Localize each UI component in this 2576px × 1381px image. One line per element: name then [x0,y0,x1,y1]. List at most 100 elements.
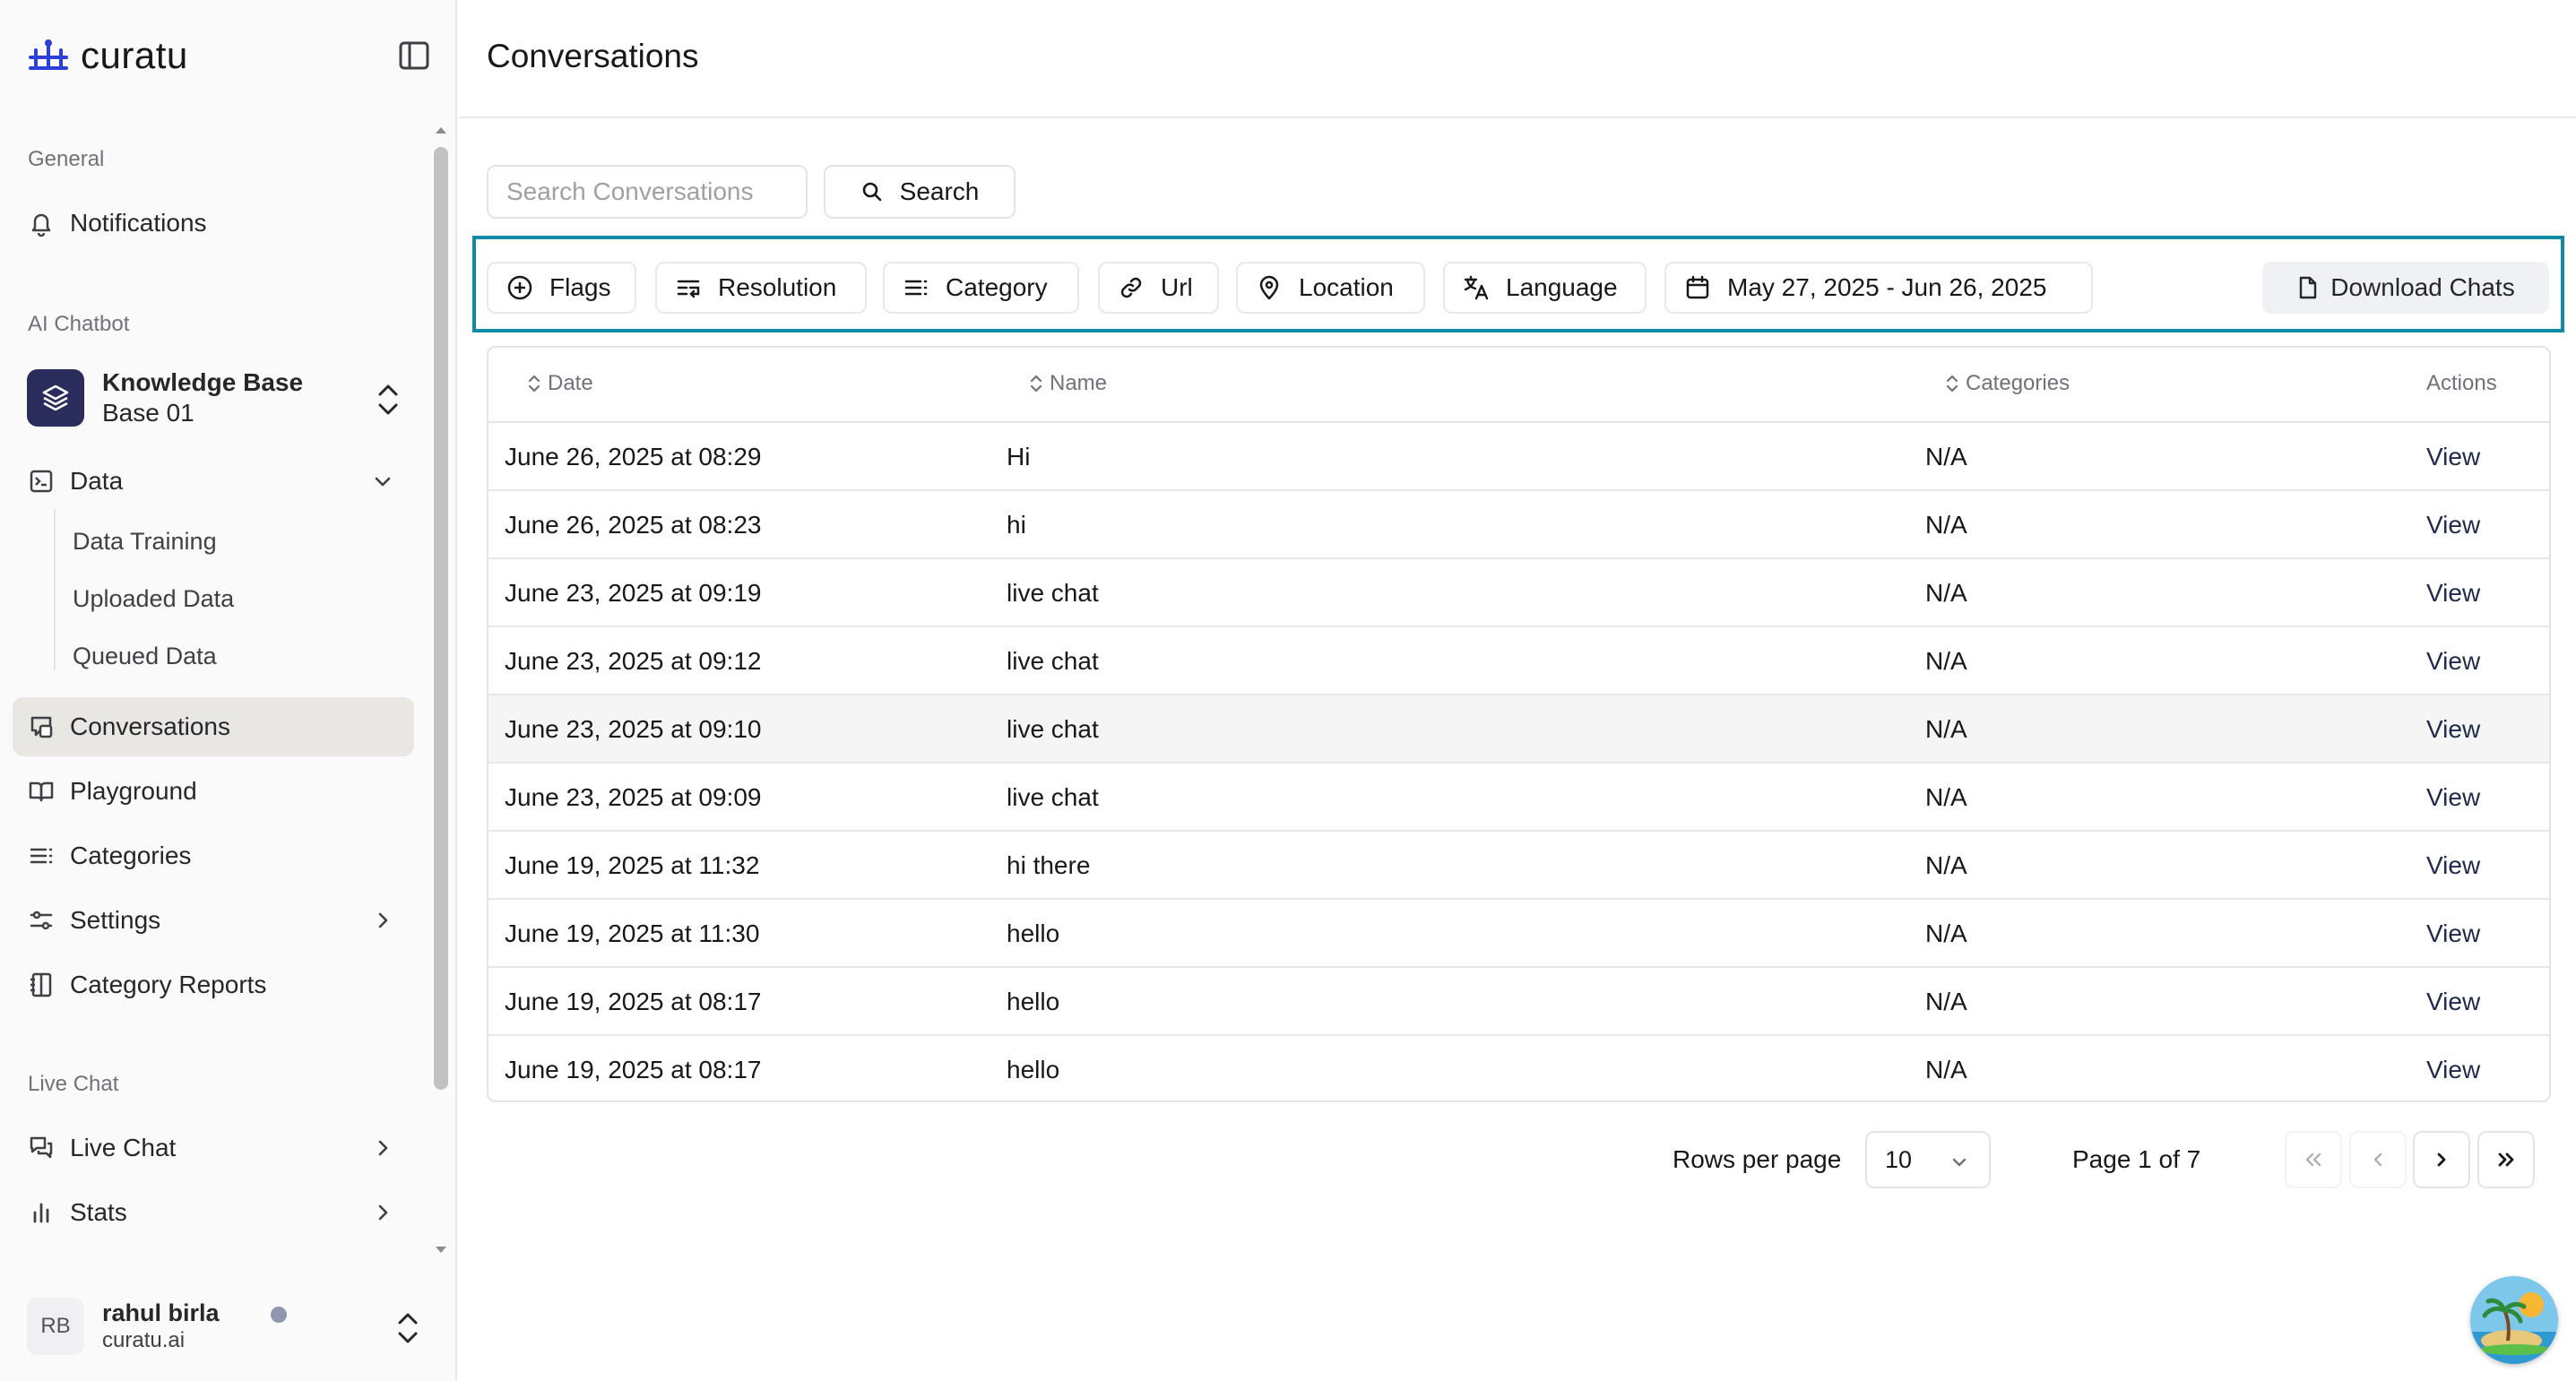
user-menu[interactable]: RB rahul birla curatu.ai [27,1290,421,1362]
table-row[interactable]: June 23, 2025 at 09:10 live chat N/A Vie… [488,695,2549,764]
chevrons-up-down-icon [375,380,402,419]
sidebar-item-playground[interactable]: Playground [13,762,414,821]
sidebar-item-data[interactable]: Data [13,452,414,511]
cell-name: live chat [1007,647,1099,675]
cell-date: June 26, 2025 at 08:29 [505,443,762,470]
cell-categories: N/A [1925,511,1967,539]
view-link[interactable]: View [2426,851,2480,880]
sidebar-subitem-data-training[interactable]: Data Training [73,528,217,556]
conversations-table: Date Name Categories Actions June 26, 20… [487,346,2551,1102]
filter-flags[interactable]: Flags [487,262,636,314]
scroll-up-arrow-icon[interactable] [434,124,448,136]
sidebar-subitem-uploaded-data[interactable]: Uploaded Data [73,585,234,613]
first-page-button[interactable] [2285,1131,2342,1188]
sidebar-scrollbar-thumb[interactable] [434,147,448,1090]
column-header-categories[interactable]: Categories [1944,371,2070,396]
chat-widget-button[interactable] [2470,1276,2558,1364]
cell-categories: N/A [1925,647,1967,675]
filter-language[interactable]: Language [1443,262,1647,314]
cell-categories: N/A [1925,851,1967,879]
chevron-right-icon [371,909,394,932]
sidebar-subitem-queued-data[interactable]: Queued Data [73,643,217,670]
view-link[interactable]: View [2426,715,2480,744]
data-icon [27,467,56,496]
table-row[interactable]: June 19, 2025 at 08:17 hello N/A View [488,968,2549,1036]
cell-categories: N/A [1925,715,1967,743]
map-pin-icon [1256,274,1283,301]
page-header: Conversations [459,0,2576,118]
submenu-divider [54,509,56,670]
translate-icon [1463,274,1490,301]
view-link[interactable]: View [2426,511,2480,539]
view-link[interactable]: View [2426,1056,2480,1084]
download-chats-button[interactable]: Download Chats [2262,262,2549,314]
knowledge-base-title: Knowledge Base [102,368,304,396]
cell-categories: N/A [1925,579,1967,607]
table-row[interactable]: June 23, 2025 at 09:09 live chat N/A Vie… [488,764,2549,832]
cell-date: June 19, 2025 at 08:17 [505,988,762,1015]
sidebar-item-notifications[interactable]: Notifications [13,194,414,253]
cell-name: hello [1007,919,1060,947]
chevrons-up-down-icon [394,1308,421,1348]
sidebar-toggle-icon[interactable] [398,39,430,72]
sort-icon [526,372,542,395]
page-info: Page 1 of 7 [2072,1145,2201,1173]
cell-categories: N/A [1925,1056,1967,1083]
chevron-right-icon [2430,1148,2453,1171]
column-header-name[interactable]: Name [1028,371,1107,396]
filter-category-label: Category [946,273,1048,301]
date-range-picker[interactable]: May 27, 2025 - Jun 26, 2025 [1664,262,2093,314]
previous-page-button[interactable] [2349,1131,2407,1188]
view-link[interactable]: View [2426,783,2480,812]
rows-per-page-select[interactable]: 10 [1865,1131,1991,1188]
sidebar-item-category-reports[interactable]: Category Reports [13,955,414,1014]
cell-date: June 19, 2025 at 08:17 [505,1056,762,1083]
list-icon [903,274,929,301]
view-link[interactable]: View [2426,988,2480,1016]
column-header-date[interactable]: Date [526,371,593,396]
filter-flags-label: Flags [549,273,611,301]
table-row[interactable]: June 19, 2025 at 11:30 hello N/A View [488,900,2549,968]
view-link[interactable]: View [2426,443,2480,471]
sidebar-item-stats[interactable]: Stats [13,1183,414,1242]
table-header: Date Name Categories Actions [488,348,2549,423]
view-link[interactable]: View [2426,647,2480,676]
table-row[interactable]: June 26, 2025 at 08:29 Hi N/A View [488,423,2549,491]
sidebar: curatu General Notifications AI Chatbot … [0,0,457,1381]
sidebar-item-settings[interactable]: Settings [13,891,414,950]
avatar: RB [27,1298,84,1355]
table-row[interactable]: June 26, 2025 at 08:23 hi N/A View [488,491,2549,559]
filter-language-label: Language [1506,273,1618,301]
sidebar-item-label: Categories [70,842,192,869]
next-page-button[interactable] [2413,1131,2470,1188]
cell-date: June 23, 2025 at 09:19 [505,579,762,607]
resolution-icon [675,274,702,301]
view-link[interactable]: View [2426,579,2480,608]
table-row[interactable]: June 19, 2025 at 11:32 hi there N/A View [488,832,2549,900]
user-org: curatu.ai [102,1328,186,1352]
knowledge-base-selector[interactable]: Knowledge Base Base 01 [27,366,412,430]
search-input[interactable] [487,165,808,219]
table-row[interactable]: June 19, 2025 at 08:17 hello N/A View [488,1036,2549,1100]
filter-location[interactable]: Location [1236,262,1425,314]
table-row[interactable]: June 23, 2025 at 09:19 live chat N/A Vie… [488,559,2549,627]
cell-name: hello [1007,1056,1060,1083]
last-page-button[interactable] [2477,1131,2535,1188]
section-live-chat-label: Live Chat [28,1072,119,1096]
search-button-label: Search [899,177,980,205]
filter-category[interactable]: Category [883,262,1079,314]
search-button[interactable]: Search [824,165,1016,219]
settings-sliders-icon [27,906,56,935]
sidebar-item-conversations[interactable]: Conversations [13,697,414,756]
filter-url[interactable]: Url [1098,262,1219,314]
brand-logo[interactable]: curatu [27,34,188,77]
scroll-down-arrow-icon[interactable] [434,1244,448,1256]
cell-name: live chat [1007,783,1099,811]
sidebar-item-categories[interactable]: Categories [13,826,414,885]
sidebar-item-live-chat[interactable]: Live Chat [13,1118,414,1178]
view-link[interactable]: View [2426,919,2480,948]
curatu-logo-icon [27,38,70,73]
chevron-down-icon [371,470,394,493]
filter-resolution[interactable]: Resolution [655,262,867,314]
table-row[interactable]: June 23, 2025 at 09:12 live chat N/A Vie… [488,627,2549,695]
